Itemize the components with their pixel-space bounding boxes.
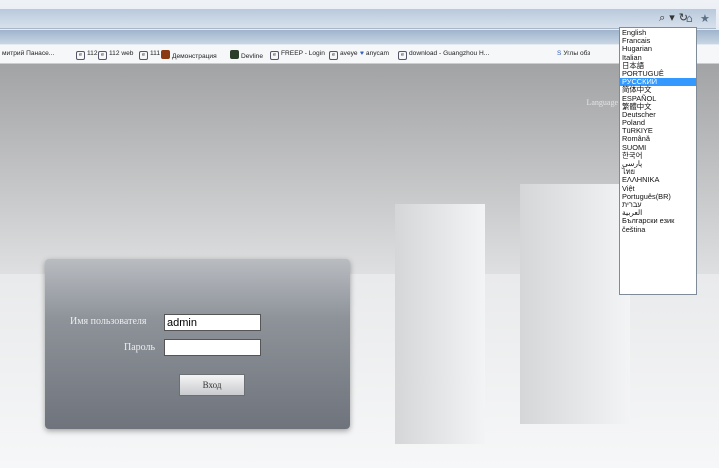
home-icon[interactable]: ⌂ xyxy=(686,12,693,25)
favorite-item[interactable]: e aveye xyxy=(329,50,358,60)
favorite-item[interactable]: Devline xyxy=(230,50,263,60)
search-icon[interactable]: ⌕ xyxy=(659,11,665,24)
page-icon: e xyxy=(98,51,107,60)
login-button[interactable]: Вход xyxy=(179,374,245,396)
favorite-item[interactable]: митрий Панасе... xyxy=(2,50,54,57)
app-icon xyxy=(161,50,170,59)
password-input[interactable] xyxy=(164,339,261,356)
language-option[interactable]: čeština xyxy=(620,225,696,234)
page-content: Language Имя пользователя Пароль Вход xyxy=(0,64,719,468)
address-tools: ⌕ ▾ ↻ xyxy=(655,11,688,25)
dropdown-arrow-icon[interactable]: ▾ xyxy=(669,11,675,24)
language-prompt: Language xyxy=(586,98,618,107)
app-icon xyxy=(230,50,239,59)
username-input[interactable] xyxy=(164,314,261,331)
page-icon: e xyxy=(398,51,407,60)
favorite-item[interactable]: ♥ anycam xyxy=(360,50,389,57)
page-icon: e xyxy=(329,51,338,60)
favorite-item[interactable]: S Углы обз xyxy=(557,50,590,57)
star-icon[interactable]: ★ xyxy=(700,12,710,25)
favorite-item[interactable]: e 112 web xyxy=(98,50,133,60)
background-pillar xyxy=(520,184,630,424)
favorite-item[interactable]: Демонстрация xyxy=(161,50,217,60)
favorite-item[interactable]: e FREEP - Login xyxy=(270,50,325,60)
address-bar[interactable]: ⌕ ▾ ↻ xyxy=(0,9,716,29)
language-dropdown[interactable]: English Francais Hugarian Italian 日本語 PORTUGU… xyxy=(619,27,697,295)
username-label: Имя пользователя xyxy=(70,316,147,327)
page-icon: e xyxy=(139,51,148,60)
browser-chrome: ⌕ ▾ ↻ ⌂ ★ митрий Панасе... e 112 e 112 web e… xyxy=(0,0,719,64)
page-icon: e xyxy=(270,51,279,60)
favorite-item[interactable]: e download - Guangzhou H... xyxy=(398,50,489,60)
password-label: Пароль xyxy=(124,342,156,353)
page-icon: e xyxy=(76,51,85,60)
favorite-item[interactable]: e 112 xyxy=(76,50,98,60)
tab-strip xyxy=(0,30,719,44)
login-panel: Имя пользователя Пароль Вход xyxy=(45,259,350,429)
background-pillar xyxy=(395,204,485,444)
favorites-bar: митрий Панасе... e 112 e 112 web e 111 Демо… xyxy=(0,45,719,64)
favorite-item[interactable]: e 111 xyxy=(139,50,160,60)
s-icon: S xyxy=(557,50,562,57)
heart-icon: ♥ xyxy=(360,50,364,57)
